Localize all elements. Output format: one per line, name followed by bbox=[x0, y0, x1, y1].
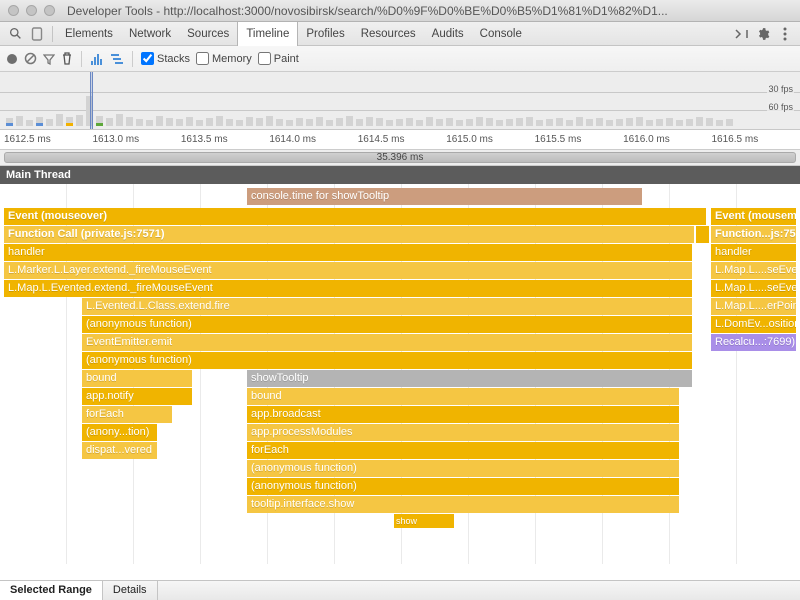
record-icon[interactable] bbox=[6, 53, 18, 65]
flame-foreach-l[interactable]: forEach bbox=[82, 406, 172, 423]
flame-tooltip-show[interactable]: tooltip.interface.show bbox=[247, 496, 679, 513]
ruler-tick: 1615.0 ms bbox=[446, 134, 534, 145]
flame-notify[interactable]: app.notify bbox=[82, 388, 192, 405]
flame-event-mousemove[interactable]: Event (mousemove) bbox=[711, 208, 796, 225]
flame-anon-4[interactable]: (anonymous function) bbox=[247, 478, 679, 495]
close-window-icon[interactable] bbox=[8, 5, 19, 16]
settings-gear-icon[interactable] bbox=[752, 24, 774, 44]
memory-checkbox[interactable]: Memory bbox=[196, 52, 252, 65]
flame-console-time[interactable]: console.time for showTooltip bbox=[247, 188, 642, 205]
tab-console[interactable]: Console bbox=[472, 22, 530, 46]
flame-recalculate-style[interactable]: Recalcu...:7699) bbox=[711, 334, 796, 351]
waterfall-view-icon[interactable] bbox=[110, 53, 124, 65]
tab-network[interactable]: Network bbox=[121, 22, 179, 46]
fps-30-label: 30 fps bbox=[767, 84, 794, 94]
drawer-toggle-icon[interactable] bbox=[730, 24, 752, 44]
flame-lmap-se1[interactable]: L.Map.L....seEvent bbox=[711, 262, 796, 279]
bottom-tabs: Selected Range Details bbox=[0, 580, 800, 600]
tab-sources[interactable]: Sources bbox=[179, 22, 237, 46]
range-thumb[interactable]: 35.396 ms bbox=[4, 152, 796, 163]
range-bar[interactable]: 35.396 ms bbox=[0, 150, 800, 166]
separator bbox=[52, 26, 53, 42]
paint-checkbox[interactable]: Paint bbox=[258, 52, 299, 65]
time-ruler: 1612.5 ms1613.0 ms1613.5 ms1614.0 ms1614… bbox=[0, 130, 800, 150]
flame-emit[interactable]: EventEmitter.emit bbox=[82, 334, 692, 351]
window-title: Developer Tools - http://localhost:3000/… bbox=[67, 4, 668, 18]
flame-processmodules[interactable]: app.processModules bbox=[247, 424, 679, 441]
flame-fire-mouseevent-1[interactable]: L.Marker.L.Layer.extend._fireMouseEvent bbox=[4, 262, 692, 279]
garbage-collect-icon[interactable] bbox=[61, 52, 73, 65]
flame-showtooltip[interactable]: showTooltip bbox=[247, 370, 692, 387]
overview-bars bbox=[6, 94, 794, 126]
stacks-checkbox[interactable]: Stacks bbox=[141, 52, 190, 65]
flame-anon-short[interactable]: (anony...tion) bbox=[82, 424, 157, 441]
tab-audits[interactable]: Audits bbox=[424, 22, 472, 46]
flame-chip[interactable] bbox=[701, 226, 709, 243]
flame-event-mouseover[interactable]: Event (mouseover) bbox=[4, 208, 706, 225]
timeline-toolbar: Stacks Memory Paint bbox=[0, 46, 800, 72]
filter-icon[interactable] bbox=[43, 53, 55, 65]
flame-foreach-r[interactable]: forEach bbox=[247, 442, 679, 459]
window-titlebar: Developer Tools - http://localhost:3000/… bbox=[0, 0, 800, 22]
flame-handler[interactable]: handler bbox=[4, 244, 692, 261]
flame-levented-fire[interactable]: L.Evented.L.Class.extend.fire bbox=[82, 298, 692, 315]
ruler-tick: 1614.0 ms bbox=[269, 134, 357, 145]
thread-header: Main Thread bbox=[0, 166, 800, 184]
flame-dispatch[interactable]: dispat...vered bbox=[82, 442, 157, 459]
ruler-tick: 1612.5 ms bbox=[4, 134, 92, 145]
ruler-tick: 1616.0 ms bbox=[623, 134, 711, 145]
zoom-window-icon[interactable] bbox=[44, 5, 55, 16]
more-menu-icon[interactable] bbox=[774, 24, 796, 44]
tab-resources[interactable]: Resources bbox=[353, 22, 424, 46]
device-icon[interactable] bbox=[26, 24, 48, 44]
tab-details[interactable]: Details bbox=[103, 581, 158, 600]
timeline-overview[interactable]: 30 fps 60 fps bbox=[0, 72, 800, 130]
ruler-tick: 1616.5 ms bbox=[712, 134, 800, 145]
flame-lmap-er[interactable]: L.Map.L....erPoint bbox=[711, 298, 796, 315]
flame-fire-mouseevent-2[interactable]: L.Map.L.Evented.extend._fireMouseEvent bbox=[4, 280, 692, 297]
flame-bound-l[interactable]: bound bbox=[82, 370, 192, 387]
traffic-lights[interactable] bbox=[8, 5, 55, 16]
clear-icon[interactable] bbox=[24, 52, 37, 65]
separator bbox=[81, 51, 82, 67]
tab-selected-range[interactable]: Selected Range bbox=[0, 581, 103, 600]
overview-selection[interactable] bbox=[90, 72, 93, 129]
flamechart-view-icon[interactable] bbox=[90, 53, 104, 65]
main-toolbar: ElementsNetworkSourcesTimelineProfilesRe… bbox=[0, 22, 800, 46]
flame-ldom[interactable]: L.DomEv...osition bbox=[711, 316, 796, 333]
flame-show-tiny[interactable]: show bbox=[394, 514, 454, 528]
tab-elements[interactable]: Elements bbox=[57, 22, 121, 46]
ruler-tick: 1615.5 ms bbox=[535, 134, 623, 145]
separator bbox=[132, 51, 133, 67]
flame-anon-2[interactable]: (anonymous function) bbox=[82, 352, 692, 369]
minimize-window-icon[interactable] bbox=[26, 5, 37, 16]
tab-timeline[interactable]: Timeline bbox=[237, 22, 298, 46]
ruler-tick: 1613.0 ms bbox=[92, 134, 180, 145]
ruler-tick: 1614.5 ms bbox=[358, 134, 446, 145]
flame-anon-1[interactable]: (anonymous function) bbox=[82, 316, 692, 333]
flame-lmap-se2[interactable]: L.Map.L....seEvent bbox=[711, 280, 796, 297]
flame-bound-r[interactable]: bound bbox=[247, 388, 679, 405]
search-icon[interactable] bbox=[4, 24, 26, 44]
ruler-tick: 1613.5 ms bbox=[181, 134, 269, 145]
flame-handler-r[interactable]: handler bbox=[711, 244, 796, 261]
flame-function-call-short[interactable]: Function...js:7571) bbox=[711, 226, 796, 243]
panel-tabs: ElementsNetworkSourcesTimelineProfilesRe… bbox=[57, 22, 530, 46]
flame-broadcast[interactable]: app.broadcast bbox=[247, 406, 679, 423]
flame-anon-3[interactable]: (anonymous function) bbox=[247, 460, 679, 477]
flame-function-call[interactable]: Function Call (private.js:7571) bbox=[4, 226, 694, 243]
flamechart[interactable]: console.time for showTooltip Event (mous… bbox=[0, 184, 800, 564]
tab-profiles[interactable]: Profiles bbox=[298, 22, 352, 46]
